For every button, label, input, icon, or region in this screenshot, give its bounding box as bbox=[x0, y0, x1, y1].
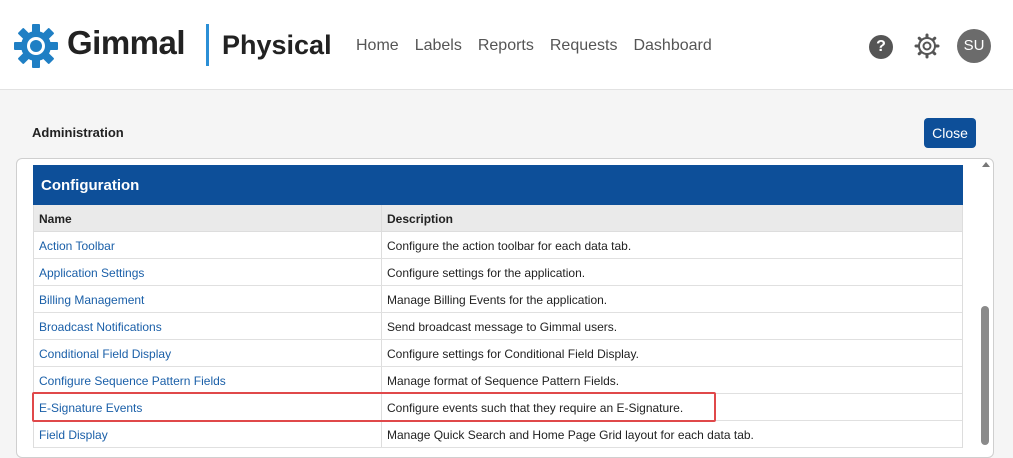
nav-reports[interactable]: Reports bbox=[478, 37, 534, 55]
row-link[interactable]: Broadcast Notifications bbox=[34, 313, 382, 339]
main-nav: Home Labels Reports Requests Dashboard bbox=[356, 37, 712, 55]
column-header-name: Name bbox=[34, 205, 382, 231]
table-row: Application Settings Configure settings … bbox=[34, 259, 962, 286]
configuration-panel: Configuration Name Description Action To… bbox=[16, 158, 994, 458]
nav-home[interactable]: Home bbox=[356, 37, 399, 55]
help-icon[interactable]: ? bbox=[869, 35, 893, 59]
table-row: Action Toolbar Configure the action tool… bbox=[34, 232, 962, 259]
row-link[interactable]: E-Signature Events bbox=[34, 394, 382, 420]
row-link[interactable]: Application Settings bbox=[34, 259, 382, 285]
row-description: Configure settings for the application. bbox=[387, 266, 586, 280]
row-link[interactable]: Field Display bbox=[34, 421, 382, 447]
gimmal-logo-icon bbox=[14, 24, 58, 68]
nav-requests[interactable]: Requests bbox=[550, 37, 618, 55]
row-description: Manage Billing Events for the applicatio… bbox=[387, 293, 608, 307]
page-title: Administration bbox=[32, 125, 124, 140]
user-avatar[interactable]: SU bbox=[957, 29, 991, 63]
row-description: Configure events such that they require … bbox=[387, 401, 684, 415]
section-header: Configuration bbox=[33, 165, 963, 205]
row-description: Manage format of Sequence Pattern Fields… bbox=[387, 374, 620, 388]
gear-icon[interactable] bbox=[914, 33, 940, 59]
table-row: Billing Management Manage Billing Events… bbox=[34, 286, 962, 313]
nav-labels[interactable]: Labels bbox=[415, 37, 462, 55]
table-row: Broadcast Notifications Send broadcast m… bbox=[34, 313, 962, 340]
table-header: Name Description bbox=[34, 205, 962, 232]
product-name: Physical bbox=[222, 30, 332, 60]
column-header-description: Description bbox=[387, 212, 454, 226]
row-description: Manage Quick Search and Home Page Grid l… bbox=[387, 428, 754, 442]
row-description: Configure settings for Conditional Field… bbox=[387, 347, 639, 361]
row-link[interactable]: Billing Management bbox=[34, 286, 382, 312]
configuration-table: Name Description Action Toolbar Configur… bbox=[33, 205, 963, 448]
table-row: E-Signature Events Configure events such… bbox=[34, 394, 962, 421]
row-description: Configure the action toolbar for each da… bbox=[387, 239, 632, 253]
brand-divider bbox=[206, 24, 209, 66]
scroll-up-icon[interactable] bbox=[982, 162, 990, 167]
row-link[interactable]: Action Toolbar bbox=[34, 232, 382, 258]
top-bar: Gimmal Physical Home Labels Reports Requ… bbox=[0, 0, 1013, 90]
table-row: Conditional Field Display Configure sett… bbox=[34, 340, 962, 367]
scrollbar-thumb[interactable] bbox=[981, 306, 989, 445]
row-description: Send broadcast message to Gimmal users. bbox=[387, 320, 618, 334]
table-row: Configure Sequence Pattern Fields Manage… bbox=[34, 367, 962, 394]
brand-name: Gimmal bbox=[67, 24, 186, 61]
table-row: Field Display Manage Quick Search and Ho… bbox=[34, 421, 962, 448]
close-button[interactable]: Close bbox=[924, 118, 976, 148]
row-link[interactable]: Configure Sequence Pattern Fields bbox=[34, 367, 382, 393]
nav-dashboard[interactable]: Dashboard bbox=[633, 37, 711, 55]
row-link[interactable]: Conditional Field Display bbox=[34, 340, 382, 366]
